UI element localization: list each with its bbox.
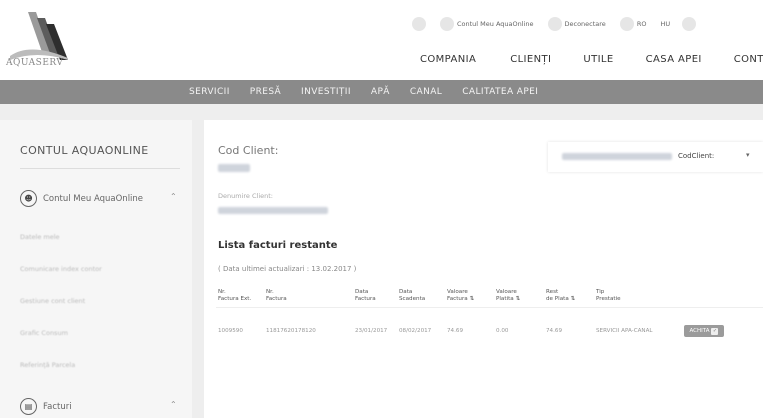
cell-rest-de-plata: 74.69 bbox=[546, 328, 563, 334]
subnav-servicii[interactable]: SERVICII bbox=[189, 87, 230, 97]
col-header-data-scadenta[interactable]: Data Scadenta bbox=[399, 289, 425, 303]
chevron-up-icon: ⌃ bbox=[170, 192, 177, 201]
col-header-line: Prestatie bbox=[596, 296, 621, 302]
checkmark-icon: ✓ bbox=[711, 327, 719, 335]
col-header-line: Valoare bbox=[496, 289, 517, 295]
col-header-data-factura[interactable]: Data Factura bbox=[355, 289, 376, 303]
sidebar-section-facturi[interactable]: ▤ Facturi ⌃ bbox=[20, 398, 177, 415]
cod-client-label: Cod Client: bbox=[218, 144, 279, 157]
col-header-valoare-platita[interactable]: Valoare Platita ⇅ bbox=[496, 289, 520, 303]
home-icon bbox=[412, 17, 426, 31]
col-header-line: Factura Ext. bbox=[218, 296, 252, 302]
lang-ro-label: RO bbox=[636, 20, 647, 28]
col-header-nr-factura-ext[interactable]: Nr. Factura Ext. bbox=[218, 289, 251, 303]
invoice-panel: Cod Client: CodClient: ▾ Denumire Client… bbox=[204, 120, 763, 418]
subnav-investitii[interactable]: INVESTIȚII bbox=[301, 87, 351, 97]
account-link-label: Contul Meu AquaOnline bbox=[457, 20, 534, 28]
logo-text: AQUASERV bbox=[6, 58, 64, 68]
user-icon: ☻ bbox=[20, 190, 37, 207]
col-header-nr-factura[interactable]: Nr. Factura bbox=[266, 289, 287, 303]
achita-button[interactable]: ACHITA ✓ bbox=[684, 325, 724, 337]
col-header-line: Tip bbox=[596, 289, 605, 295]
main-nav: COMPANIA CLIENȚI UTILE CASA APEI CONTACT bbox=[420, 54, 763, 65]
subnav-apa[interactable]: APĂ bbox=[371, 87, 390, 97]
chevron-up-icon: ⌃ bbox=[170, 400, 177, 409]
col-header-line: Factura bbox=[266, 296, 287, 302]
client-select[interactable]: CodClient: ▾ bbox=[548, 142, 763, 172]
col-header-line: Platita ⇅ bbox=[496, 296, 521, 302]
col-header-line: de Plata ⇅ bbox=[546, 296, 576, 302]
list-title: Lista facturi restante bbox=[218, 240, 338, 251]
logout-icon bbox=[547, 17, 562, 31]
nav-compania[interactable]: COMPANIA bbox=[420, 54, 476, 65]
col-header-line: Data bbox=[355, 289, 369, 295]
site-header: AQUASERV Contul Meu AquaOnline Deconecta… bbox=[0, 0, 763, 80]
sidebar-divider bbox=[20, 168, 180, 169]
col-header-line: Valoare bbox=[447, 289, 468, 295]
sidebar-link-referinta-parcela[interactable]: Referință Parcela bbox=[20, 361, 75, 369]
lang-ro-link[interactable]: RO bbox=[619, 17, 647, 31]
invoice-icon: ▤ bbox=[20, 398, 37, 415]
col-header-line: Nr. bbox=[218, 289, 226, 295]
cell-valoare-factura: 74.69 bbox=[447, 328, 464, 334]
flag-hu-icon[interactable] bbox=[682, 17, 697, 31]
col-header-line: Rest bbox=[546, 289, 559, 295]
cell-tip-prestatie: SERVICII APA-CANAL bbox=[596, 328, 653, 334]
sidebar-section-account-label: Contul Meu AquaOnline bbox=[43, 193, 144, 204]
subnav-presa[interactable]: PRESĂ bbox=[250, 87, 281, 97]
sidebar-title: CONTUL AQUAONLINE bbox=[20, 144, 149, 157]
client-select-redacted bbox=[562, 153, 672, 160]
lang-hu-link[interactable]: HU bbox=[660, 20, 670, 28]
chevron-down-icon: ▾ bbox=[746, 151, 750, 159]
client-select-value: CodClient: bbox=[678, 152, 715, 160]
col-header-rest-de-plata[interactable]: Rest de Plata ⇅ bbox=[546, 289, 575, 303]
subnav-canal[interactable]: CANAL bbox=[410, 87, 442, 97]
col-header-tip-prestatie[interactable]: Tip Prestatie bbox=[596, 289, 621, 303]
account-link[interactable]: Contul Meu AquaOnline bbox=[440, 17, 534, 31]
sidebar-section-account[interactable]: ☻ Contul Meu AquaOnline ⌃ bbox=[20, 190, 177, 207]
nav-utile[interactable]: UTILE bbox=[583, 54, 613, 65]
account-icon bbox=[440, 17, 454, 31]
list-update-date: ( Data ultimei actualizari : 13.02.2017 … bbox=[218, 265, 357, 273]
denumire-client-value-redacted bbox=[218, 207, 328, 214]
nav-casa-apei[interactable]: CASA APEI bbox=[646, 54, 702, 65]
nav-clienti[interactable]: CLIENȚI bbox=[510, 54, 551, 65]
nav-contact[interactable]: CONTACT bbox=[734, 54, 763, 65]
cod-client-value-redacted bbox=[218, 164, 250, 172]
col-header-line: Factura ⇅ bbox=[447, 296, 475, 302]
col-header-line: Factura bbox=[355, 296, 376, 302]
col-header-line: Data bbox=[399, 289, 413, 295]
col-header-valoare-factura[interactable]: Valoare Factura ⇅ bbox=[447, 289, 474, 303]
denumire-client-label: Denumire Client: bbox=[218, 192, 273, 200]
logout-link-label: Deconectare bbox=[564, 20, 606, 28]
subnav-calitatea-apei[interactable]: CALITATEA APEI bbox=[462, 87, 538, 97]
cell-nr-factura: 11817620178120 bbox=[266, 328, 316, 334]
logout-link[interactable]: Deconectare bbox=[547, 17, 606, 31]
col-header-line: Scadenta bbox=[399, 296, 426, 302]
sidebar: CONTUL AQUAONLINE ☻ Contul Meu AquaOnlin… bbox=[0, 120, 192, 418]
home-button[interactable] bbox=[412, 17, 426, 31]
table-divider bbox=[216, 307, 763, 308]
cell-data-scadenta: 08/02/2017 bbox=[399, 328, 432, 334]
sidebar-link-grafic-consum[interactable]: Grafic Consum bbox=[20, 329, 68, 337]
cell-nr-factura-ext: 1009590 bbox=[218, 328, 243, 334]
sidebar-link-gestiune-cont[interactable]: Gestiune cont client bbox=[20, 297, 85, 305]
achita-button-label: ACHITA bbox=[689, 328, 710, 334]
sidebar-link-datele-mele[interactable]: Datele mele bbox=[20, 233, 60, 241]
sidebar-section-facturi-label: Facturi bbox=[43, 401, 72, 412]
flag-ro-icon bbox=[619, 17, 634, 31]
cell-data-factura: 23/01/2017 bbox=[355, 328, 388, 334]
sidebar-link-comunicare-index[interactable]: Comunicare index contor bbox=[20, 265, 102, 273]
sub-nav: SERVICII PRESĂ INVESTIȚII APĂ CANAL CALI… bbox=[0, 80, 763, 104]
cell-valoare-platita: 0.00 bbox=[496, 328, 509, 334]
col-header-line: Nr. bbox=[266, 289, 274, 295]
top-bar: Contul Meu AquaOnline Deconectare RO HU bbox=[412, 14, 697, 34]
